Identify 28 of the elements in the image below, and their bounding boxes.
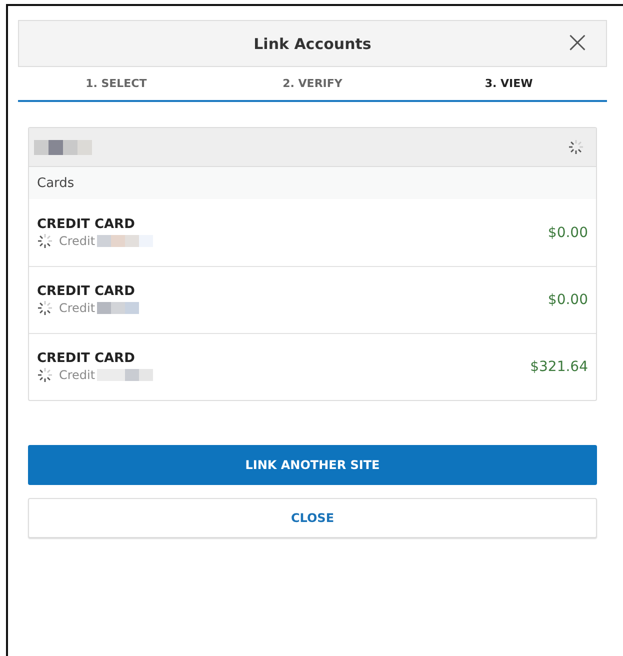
step-tab[interactable]: 2. VERIFY [214, 77, 411, 90]
blurred-number-block [97, 369, 154, 381]
link-site-button[interactable]: LINK ANOTHER SITE [28, 445, 597, 485]
section-label: Cards [29, 167, 596, 199]
account-balance: $0.00 [548, 224, 588, 240]
account-type: Credit [59, 368, 96, 382]
blurred-number-block [97, 234, 154, 246]
dialog-title: Link Accounts [254, 34, 372, 52]
blurred-name-block [34, 140, 94, 154]
account-balance: $321.64 [530, 359, 588, 375]
account-name: CREDIT CARD [37, 351, 136, 366]
blurred-number-block [97, 302, 140, 314]
account-row[interactable]: CREDIT CARD Credit $0.00 [29, 266, 596, 333]
account-type: Credit [59, 301, 96, 315]
spinner-icon [37, 232, 53, 248]
account-name: CREDIT CARD [37, 284, 136, 299]
spinner-icon [37, 367, 53, 383]
account-type: Credit [59, 234, 96, 248]
spinner-icon [37, 300, 53, 316]
account-balance: $0.00 [548, 292, 588, 308]
close-button[interactable]: × [560, 29, 594, 57]
step-tab[interactable]: 1. SELECT [18, 77, 214, 90]
account-row[interactable]: CREDIT CARD Credit $0.00 [29, 199, 596, 266]
step-tab[interactable]: 3. VIEW [410, 77, 607, 90]
spinner-icon [568, 139, 584, 155]
account-name: CREDIT CARD [37, 216, 136, 232]
account-row[interactable]: CREDIT CARD Credit $321.64 [29, 333, 596, 400]
close-text-button[interactable]: CLOSE [28, 498, 597, 538]
